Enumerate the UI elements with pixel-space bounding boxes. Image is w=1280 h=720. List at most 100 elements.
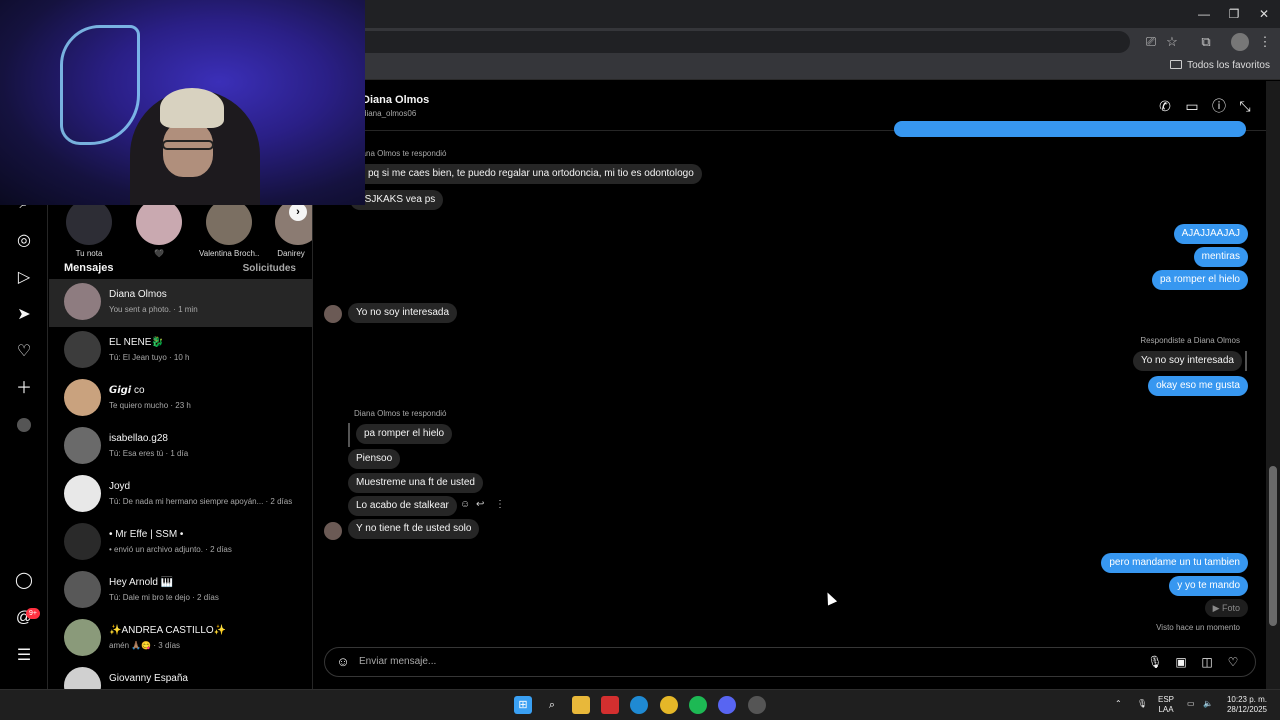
clock[interactable]: 10:23 p. m. 28/12/2025 [1224, 695, 1270, 715]
avatar [64, 619, 101, 656]
photo-message[interactable]: ▶ Foto [1204, 599, 1248, 617]
video-call-icon[interactable]: ▭ [1183, 97, 1201, 115]
sender-avatar [324, 305, 342, 323]
conversation-name: isabellao.g28 [109, 433, 168, 444]
restore-icon[interactable]: ❐ [1222, 4, 1246, 24]
note-item[interactable]: Valentina Broch... [199, 199, 259, 258]
conversation-name: EL NENE🐉 [109, 337, 164, 348]
cast-icon[interactable]: ⎚ [1142, 33, 1160, 51]
clock-date: 28/12/2025 [1226, 705, 1268, 714]
more-menu-icon[interactable]: ☰ [14, 646, 34, 666]
volume-icon[interactable]: 🔈 [1203, 699, 1213, 709]
conversation-item[interactable]: Giovanny España [49, 663, 312, 689]
browser-menu-icon[interactable]: ⋮ [1256, 33, 1274, 51]
webcam-overlay [0, 0, 365, 205]
microphone-icon[interactable]: 🎙 [1147, 654, 1163, 670]
language-indicator[interactable]: ESP LAA [1158, 695, 1174, 715]
screen: — ❐ ✕ ⎚ ☆ ⧉ ⋮ Todos los favoritos ⌕ ◎ ▷ … [0, 0, 1280, 720]
more-options-icon[interactable]: ⋮ [495, 499, 505, 510]
conversation-item[interactable]: isabellao.g28 Tú: Esa eres tú · 1 día [49, 423, 312, 471]
edge-icon[interactable] [630, 696, 648, 714]
outgoing-message[interactable]: mentiras [1193, 247, 1248, 267]
minimize-icon[interactable]: — [1192, 4, 1216, 24]
close-icon[interactable]: ✕ [1252, 4, 1276, 24]
requests-link[interactable]: Solicitudes [243, 263, 296, 274]
chat-contact-username: diana_olmos06 [362, 109, 417, 118]
folder-icon [1170, 60, 1183, 69]
outgoing-message[interactable]: pero mandame un tu tambien [1101, 553, 1248, 573]
conversation-preview: Tú: Dale mi bro te dejo · 2 días [109, 593, 219, 602]
note-item[interactable]: 🖤 [129, 199, 189, 258]
windows-start-icon[interactable]: ⊞ [514, 696, 532, 714]
incoming-message[interactable]: Yo no soy interesada [348, 303, 458, 323]
conversation-item[interactable]: • Mr Effe | SSM • • envió un archivo adj… [49, 519, 312, 567]
sticker-icon[interactable]: ◫ [1199, 654, 1215, 670]
conversation-name: ✨ANDREA CASTILLO✨ [109, 625, 227, 636]
conversation-name: • Mr Effe | SSM • [109, 529, 184, 540]
note-avatar [136, 199, 182, 245]
react-emoji-icon[interactable]: ☺ [460, 499, 470, 510]
all-bookmarks-folder[interactable]: Todos los favoritos [1170, 60, 1270, 71]
file-explorer-icon[interactable] [572, 696, 590, 714]
spotify-icon[interactable] [689, 696, 707, 714]
bookmarks-folder-label: Todos los favoritos [1187, 60, 1270, 71]
discord-icon[interactable] [718, 696, 736, 714]
conversation-item[interactable]: ✨ANDREA CASTILLO✨ amén 🙏🏽😋 · 3 días [49, 615, 312, 663]
create-icon[interactable]: ＋ [14, 379, 34, 399]
conversation-name: Joyd [109, 481, 131, 492]
conversation-item[interactable]: EL NENE🐉 Tú: El Jean tuyo · 10 h [49, 327, 312, 375]
tray-chevron-icon[interactable]: ⌃ [1115, 699, 1122, 709]
heart-icon[interactable]: ♡ [1225, 654, 1241, 670]
chrome-icon[interactable] [660, 696, 678, 714]
notification-badge: 9+ [26, 608, 40, 619]
conversation-item[interactable]: Joyd Tú: De nada mi hermano siempre apoy… [49, 471, 312, 519]
conversation-item[interactable]: 𝙂𝙞𝙜𝙞 co Te quiero mucho · 23 h [49, 375, 312, 423]
messages-icon[interactable]: ➤ [14, 305, 34, 325]
extensions-icon[interactable]: ⧉ [1197, 33, 1215, 51]
incoming-message[interactable]: Lo acabo de stalkear [348, 496, 457, 516]
emoji-icon[interactable]: ☺ [335, 654, 351, 670]
profile-avatar[interactable] [17, 418, 31, 432]
explore-icon[interactable]: ◎ [14, 231, 34, 251]
streamer-cap [160, 88, 224, 128]
quote-bar [1245, 351, 1247, 371]
bookmark-star-icon[interactable]: ☆ [1163, 33, 1181, 51]
scrollbar-thumb[interactable] [1269, 466, 1277, 626]
incoming-message[interactable]: Y no tiene ft de usted solo [348, 519, 480, 539]
message-composer[interactable]: ☺ Enviar mensaje... 🎙 ▣ ◫ ♡ [324, 647, 1256, 677]
note-label: Valentina Broch... [199, 249, 259, 258]
notifications-heart-icon[interactable]: ♡ [14, 342, 34, 362]
note-avatar [66, 199, 112, 245]
taskbar-search-icon[interactable]: ⌕ [543, 696, 561, 714]
threads-icon[interactable]: ◯ [14, 571, 34, 591]
outgoing-message[interactable] [894, 121, 1246, 137]
page-scrollbar[interactable] [1266, 81, 1280, 689]
incoming-message[interactable]: si pq si me caes bien, te puedo regalar … [350, 164, 702, 184]
outgoing-message[interactable]: AJAJJAAJAJ [1173, 224, 1248, 244]
app-icon[interactable] [748, 696, 766, 714]
network-icon[interactable]: ▭ [1187, 699, 1195, 709]
outgoing-message[interactable]: pa romper el hielo [1151, 270, 1248, 290]
phone-call-icon[interactable]: ✆ [1156, 97, 1174, 115]
collapse-icon[interactable]: ⤡ [1236, 97, 1254, 115]
note-item[interactable]: Tu nota [59, 199, 119, 258]
app-icon[interactable] [601, 696, 619, 714]
microphone-tray-icon[interactable]: 🎙 [1137, 699, 1147, 709]
chevron-right-icon[interactable]: › [289, 203, 307, 221]
message-input[interactable]: Enviar mensaje... [359, 656, 436, 667]
seen-status: Visto hace un momento [1156, 623, 1240, 632]
conversation-item[interactable]: Hey Arnold 🎹 Tú: Dale mi bro te dejo · 2… [49, 567, 312, 615]
clock-time: 10:23 p. m. [1226, 695, 1268, 704]
incoming-message[interactable]: Piensoo [348, 449, 401, 469]
info-icon[interactable]: ⓘ [1210, 97, 1228, 115]
reels-icon[interactable]: ▷ [14, 268, 34, 288]
conversation-item[interactable]: Diana Olmos You sent a photo. · 1 min [49, 279, 312, 327]
incoming-message[interactable]: Muestreme una ft de usted [348, 473, 483, 493]
profile-avatar[interactable] [1231, 33, 1249, 51]
address-bar[interactable] [350, 31, 1130, 53]
outgoing-message[interactable]: okay eso me gusta [1148, 376, 1248, 396]
reply-arrow-icon[interactable]: ↩ [476, 499, 484, 510]
chat-contact-name[interactable]: Diana Olmos [362, 94, 429, 106]
outgoing-message[interactable]: y yo te mando [1169, 576, 1248, 596]
image-icon[interactable]: ▣ [1173, 654, 1189, 670]
